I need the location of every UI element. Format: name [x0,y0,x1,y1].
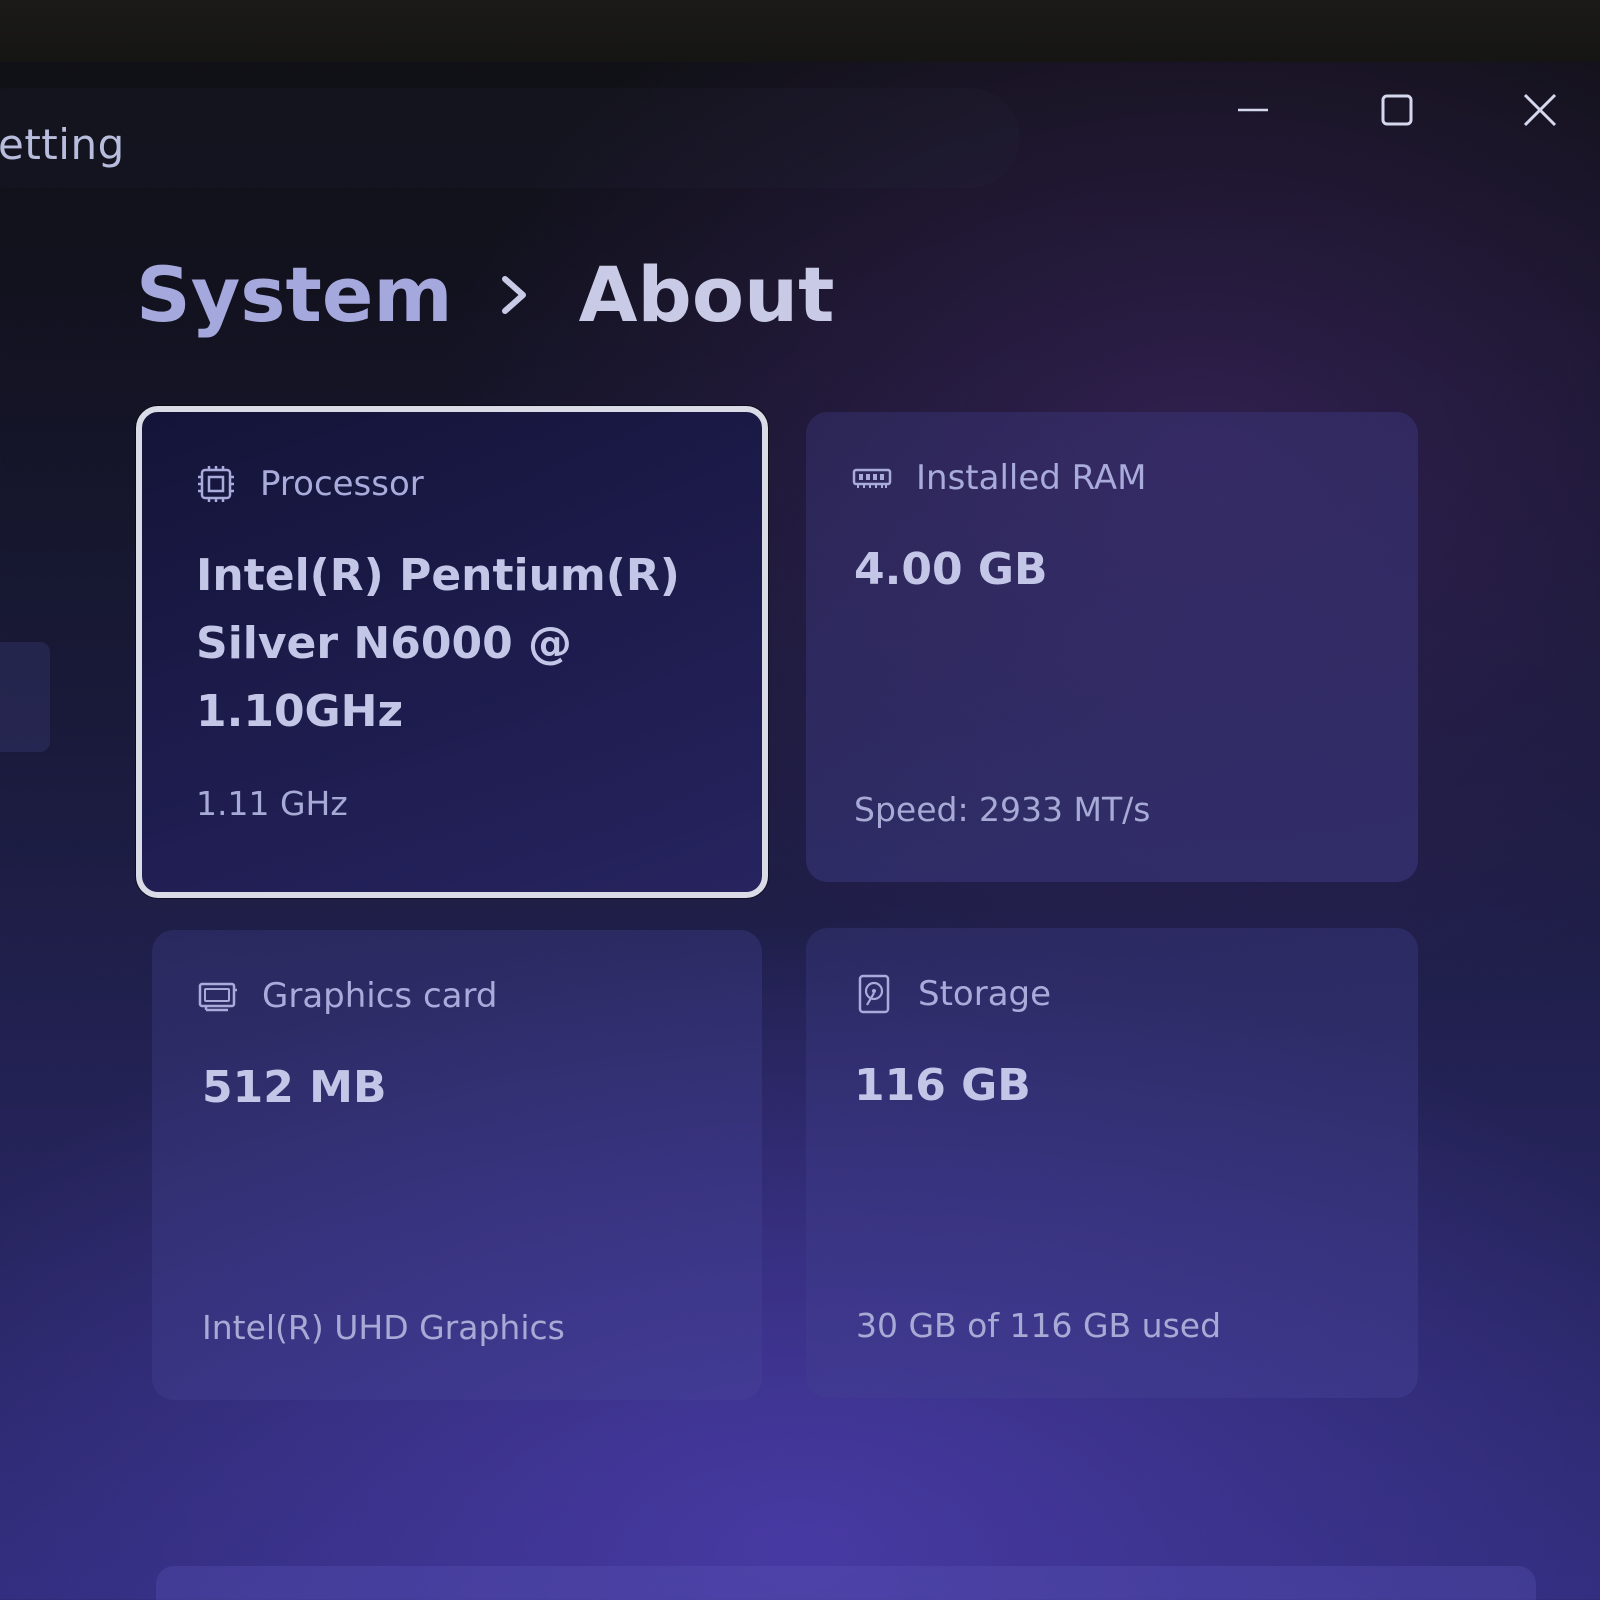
minimize-icon [1238,108,1268,112]
processor-card-header: Processor [196,464,424,504]
search-box-area[interactable] [0,88,1020,188]
screen-bezel [0,0,1600,62]
next-section-card[interactable] [156,1566,1536,1600]
maximize-button[interactable] [1362,78,1432,142]
ram-value: 4.00 GB [854,544,1048,595]
storage-card[interactable]: Storage 116 GB 30 GB of 116 GB used [806,928,1418,1398]
storage-usage: 30 GB of 116 GB used [856,1306,1222,1345]
graphics-memory-value: 512 MB [202,1062,387,1113]
minimize-button[interactable] [1218,78,1288,142]
processor-value: Intel(R) Pentium(R) Silver N6000 @ 1.10G… [196,542,680,746]
installed-ram-card[interactable]: Installed RAM 4.00 GB Speed: 2933 MT/s [806,412,1418,882]
processor-value-line: 1.10GHz [196,686,404,737]
maximize-icon [1381,94,1413,126]
breadcrumb-system-link[interactable]: System [136,250,453,339]
storage-label: Storage [918,974,1052,1014]
chevron-right-icon [501,275,527,315]
close-icon [1523,93,1557,127]
processor-speed: 1.11 GHz [196,784,348,823]
graphics-card-header: Graphics card [198,976,497,1016]
ram-label: Installed RAM [916,458,1147,498]
memory-module-icon [852,458,892,498]
storage-card-header: Storage [854,974,1051,1014]
processor-card[interactable]: Processor Intel(R) Pentium(R) Silver N60… [136,406,768,898]
ram-card-header: Installed RAM [852,458,1147,498]
sidebar-selected-item[interactable] [0,642,50,752]
processor-label: Processor [260,464,424,504]
page-title: About [578,250,835,339]
close-button[interactable] [1505,78,1575,142]
graphics-adapter-name: Intel(R) UHD Graphics [202,1308,565,1347]
processor-chip-icon [196,464,236,504]
graphics-card-label: Graphics card [262,976,498,1016]
graphics-card-icon [198,976,238,1016]
hard-drive-icon [854,974,894,1014]
ram-speed: Speed: 2933 MT/s [854,790,1151,829]
breadcrumb: System About [136,250,834,339]
processor-value-line: Intel(R) Pentium(R) [196,550,680,601]
processor-value-line: Silver N6000 @ [196,618,572,669]
storage-value: 116 GB [854,1060,1031,1111]
window-title: etting [0,120,125,169]
graphics-card-card[interactable]: Graphics card 512 MB Intel(R) UHD Graphi… [152,930,762,1400]
